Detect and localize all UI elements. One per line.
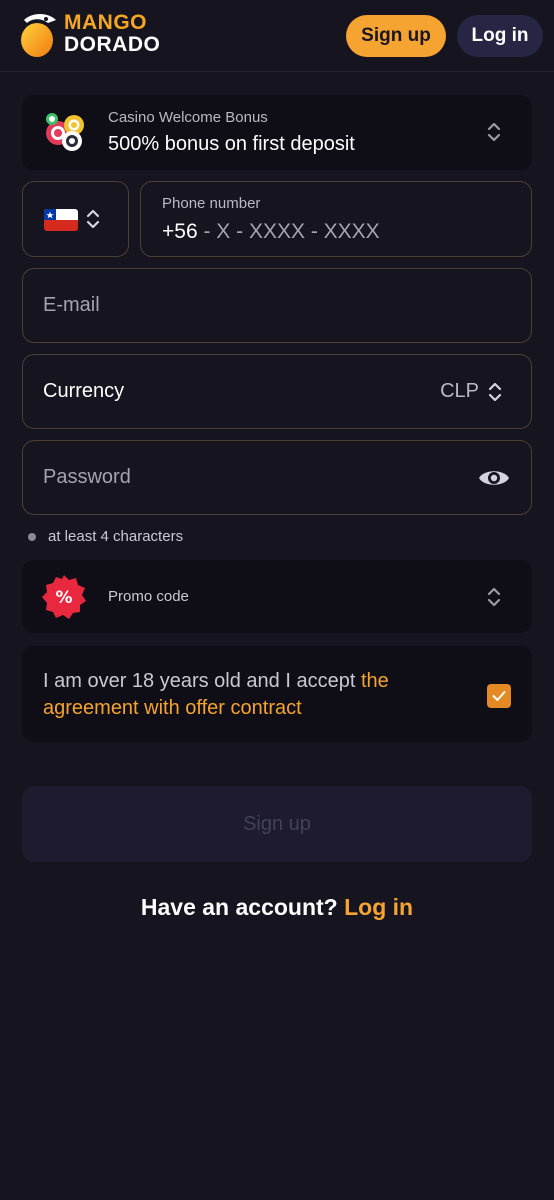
phone-label: Phone number [162, 195, 261, 212]
chevron-updown-icon [487, 122, 501, 142]
phone-input[interactable]: +56 - X - XXXX - XXXX [162, 220, 380, 244]
email-placeholder: E-mail [43, 294, 100, 316]
currency-value: CLP [440, 380, 479, 402]
hint-text: at least 4 characters [48, 528, 184, 545]
logo-text: MANGO DORADO [64, 12, 160, 56]
logo-text-line2: DORADO [64, 33, 161, 56]
country-code-selector[interactable] [22, 181, 129, 257]
mango-dorado-logo[interactable]: MANGO DORADO [18, 10, 168, 60]
promo-label: Promo code [108, 588, 189, 605]
currency-selector[interactable]: Currency CLP [22, 354, 532, 429]
casino-chips-icon [46, 113, 84, 151]
chile-flag-icon [44, 209, 78, 231]
show-password-eye-icon[interactable] [478, 466, 510, 490]
agreement-text: I am over 18 years old and I accept the … [43, 668, 463, 722]
agreement-statement: I am over 18 years old and I accept [43, 670, 361, 692]
mango-logo-icon [21, 14, 56, 57]
chevron-updown-icon [488, 382, 502, 402]
logo-text-line1: MANGO [64, 11, 147, 34]
phone-number-field[interactable]: Phone number +56 - X - XXXX - XXXX [140, 181, 532, 257]
welcome-bonus-selector[interactable]: Casino Welcome Bonus 500% bonus on first… [22, 95, 532, 170]
currency-label: Currency [43, 380, 125, 402]
chevron-updown-icon [487, 587, 501, 607]
password-hint: at least 4 characters [28, 528, 183, 545]
phone-prefix: +56 [162, 220, 198, 243]
header-signup-button[interactable]: Sign up [346, 15, 446, 57]
top-header: MANGO DORADO Sign up Log in [0, 0, 554, 72]
have-account-line: Have an account? Log in [0, 894, 554, 921]
email-field[interactable]: E-mail [22, 268, 532, 343]
bonus-value: 500% bonus on first deposit [108, 133, 355, 155]
footer-login-link[interactable]: Log in [344, 894, 413, 920]
chevron-updown-icon [86, 209, 100, 229]
agreement-block: I am over 18 years old and I accept the … [22, 646, 532, 742]
checkmark-icon [492, 691, 506, 701]
signup-submit-button[interactable]: Sign up [22, 786, 532, 862]
password-field[interactable]: Password [22, 440, 532, 515]
agreement-checkbox[interactable] [487, 684, 511, 708]
hint-bullet [28, 532, 36, 541]
phone-mask: - X - XXXX - XXXX [197, 220, 380, 243]
bonus-label: Casino Welcome Bonus [108, 109, 268, 126]
percent-badge-icon: % [42, 575, 86, 619]
svg-text:%: % [55, 588, 72, 608]
password-placeholder: Password [43, 466, 131, 488]
have-account-question: Have an account? [140, 894, 345, 920]
header-login-button[interactable]: Log in [457, 15, 543, 57]
promo-code-selector[interactable]: % Promo code [22, 560, 532, 633]
